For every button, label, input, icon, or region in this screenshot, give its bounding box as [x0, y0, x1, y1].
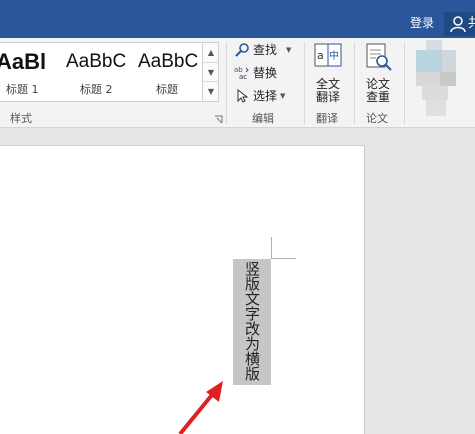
style-label: 标题 1 [6, 83, 39, 96]
gallery-up-button[interactable]: ▲ [203, 43, 218, 62]
style-preview: AaBl [0, 49, 47, 74]
chevron-down-icon: ▼ [286, 46, 292, 54]
share-label: 共 [468, 16, 475, 31]
margin-marker [271, 258, 296, 259]
paper-label-line2: 查重 [365, 90, 390, 104]
style-title[interactable]: AaBbC 标题 [134, 43, 202, 101]
user-icon [450, 16, 466, 33]
svg-text:中: 中 [329, 49, 339, 62]
red-arrow-annotation [178, 381, 223, 434]
style-preview: AaBbC [138, 51, 199, 72]
full-text-translate-button[interactable]: a 中 全文 翻译 [308, 42, 348, 106]
editing-group-label: 编辑 [252, 112, 274, 125]
selected-vertical-text[interactable]: 竖版文字改为横版 [233, 259, 271, 385]
paper-check-icon [366, 43, 392, 71]
style-heading-2[interactable]: AaBbC 标题 2 [62, 43, 128, 101]
login-button[interactable]: 登录 [403, 13, 441, 33]
gallery-down-button[interactable]: ▼ [203, 62, 218, 81]
ribbon: AaBl 标题 1 AaBbC 标题 2 AaBbC 标题 ▲ ▼ ▼ 样式 查… [0, 38, 475, 128]
replace-label: 替换 [253, 66, 278, 80]
paper-check-button[interactable]: 论文 查重 [358, 42, 398, 106]
cursor-icon [237, 89, 249, 103]
svg-text:a: a [317, 49, 324, 62]
search-icon [235, 43, 249, 57]
style-label: 标题 [156, 83, 178, 96]
margin-marker [271, 237, 272, 259]
style-preview: AaBbC [66, 51, 127, 72]
style-label: 标题 2 [80, 83, 113, 96]
group-divider [304, 42, 305, 124]
gallery-scrollbar: ▲ ▼ ▼ [202, 43, 218, 101]
replace-icon: ab ac [234, 66, 249, 80]
paper-check-label: 论文 查重 [358, 78, 398, 104]
styles-group-label: 样式 [10, 112, 32, 125]
chevron-down-icon: ▼ [280, 92, 286, 100]
dialog-launcher-icon[interactable] [214, 115, 223, 124]
paper-group-label: 论文 [366, 112, 388, 125]
styles-gallery: AaBl 标题 1 AaBbC 标题 2 AaBbC 标题 ▲ ▼ ▼ [0, 42, 219, 102]
select-label: 选择 [253, 89, 278, 103]
translate-icon: a 中 [314, 43, 342, 67]
title-bar: 登录 共 [0, 0, 475, 38]
share-button[interactable]: 共 [444, 12, 475, 36]
blurred-addin-icon [416, 40, 456, 116]
translate-label-line2: 翻译 [315, 90, 340, 104]
find-label: 查找 [253, 43, 278, 57]
translate-group-label: 翻译 [316, 112, 338, 125]
group-divider [226, 42, 227, 124]
group-divider [404, 42, 405, 124]
group-divider [354, 42, 355, 124]
svg-text:ac: ac [239, 73, 247, 80]
translate-label: 全文 翻译 [308, 78, 348, 104]
gallery-more-button[interactable]: ▼ [203, 81, 218, 100]
style-heading-1[interactable]: AaBl 标题 1 [0, 43, 54, 101]
